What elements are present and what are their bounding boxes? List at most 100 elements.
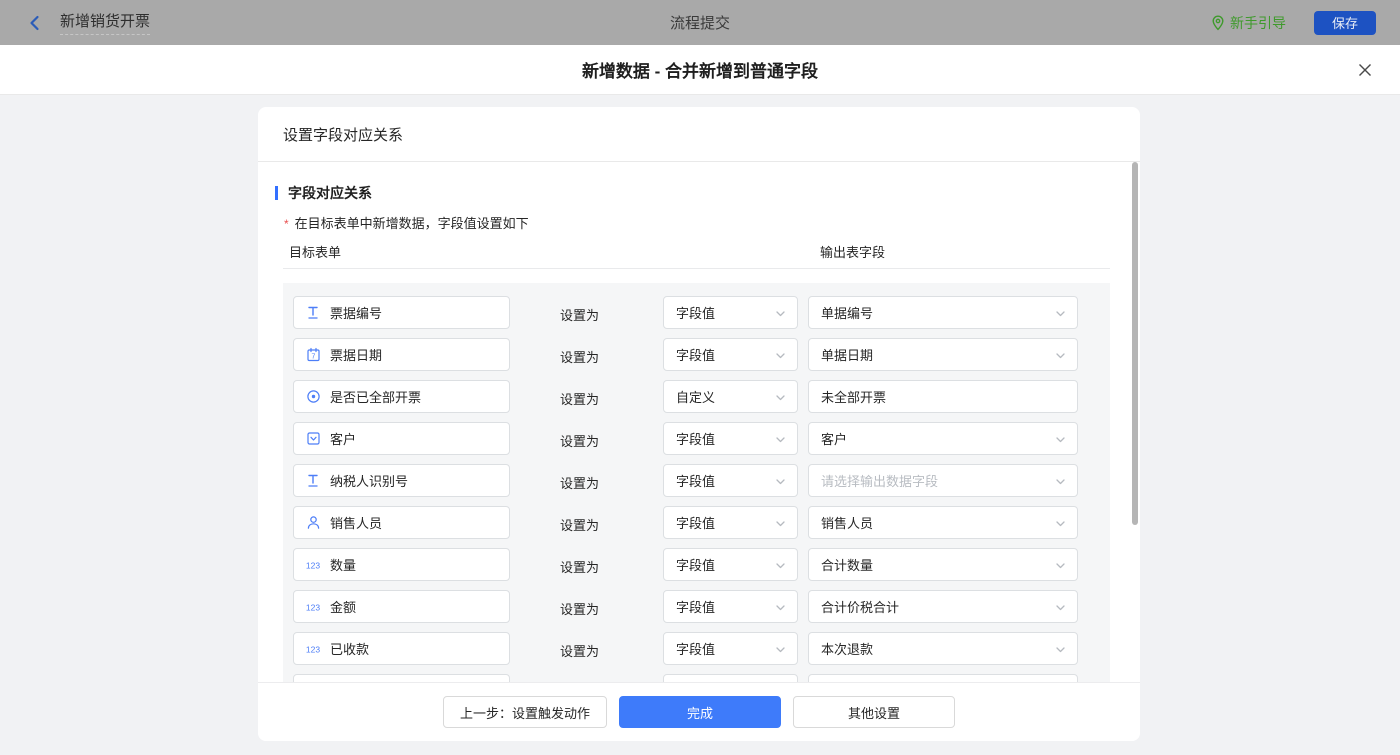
field-mapping-row: 7 票据日期 设置为 字段值 单据日期 — [283, 338, 1110, 371]
chevron-down-icon — [1054, 475, 1067, 488]
save-button[interactable]: 保存 — [1314, 11, 1376, 35]
scrollbar[interactable] — [1132, 162, 1138, 525]
output-field-dropdown[interactable]: 本次退款 — [808, 632, 1078, 665]
chevron-down-icon — [1054, 349, 1067, 362]
output-field-label: 单据编号 — [821, 303, 873, 322]
date-field-icon: 7 — [304, 347, 322, 362]
value-mode-dropdown[interactable]: 自定义 — [663, 380, 798, 413]
done-button[interactable]: 完成 — [619, 696, 781, 728]
output-field-label: 合计数量 — [821, 555, 873, 574]
output-field-dropdown[interactable]: 合计数量 — [808, 548, 1078, 581]
output-field-dropdown[interactable]: 单据日期 — [808, 338, 1078, 371]
set-as-label: 设置为 — [560, 305, 599, 324]
target-field-box[interactable]: 123 数量 — [293, 548, 510, 581]
value-mode-label: 字段值 — [676, 429, 715, 448]
set-as-label: 设置为 — [560, 473, 599, 492]
value-mode-label: 字段值 — [676, 471, 715, 490]
set-as-label: 设置为 — [560, 515, 599, 534]
output-value-input[interactable]: 未全部开票 — [808, 380, 1078, 413]
output-field-dropdown[interactable]: 请选择输出数据字段 — [808, 464, 1078, 497]
value-mode-label: 字段值 — [676, 597, 715, 616]
field-mapping-card: 设置字段对应关系 字段对应关系 *在目标表单中新增数据，字段值设置如下 目标表单… — [258, 107, 1140, 741]
chevron-down-icon — [1054, 517, 1067, 530]
svg-text:123: 123 — [306, 602, 320, 612]
field-mapping-row: 123 数量 设置为 字段值 合计数量 — [283, 548, 1110, 581]
topbar: 新增销货开票 流程提交 新手引导 保存 — [0, 0, 1400, 45]
set-as-label: 设置为 — [560, 389, 599, 408]
output-field-dropdown[interactable]: 合计价税合计 — [808, 590, 1078, 623]
field-mapping-row: 纳税人识别号 设置为 字段值 请选择输出数据字段 — [283, 464, 1110, 497]
value-mode-dropdown[interactable]: 字段值 — [663, 506, 798, 539]
beginner-guide-link[interactable]: 新手引导 — [1211, 13, 1286, 33]
column-header-output-field: 输出表字段 — [820, 242, 885, 261]
output-field-dropdown[interactable]: 销售人员 — [808, 506, 1078, 539]
field-mapping-row: 票据编号 设置为 字段值 单据编号 — [283, 296, 1110, 329]
field-mapping-row: 是否已全部开票 设置为 自定义 未全部开票 — [283, 380, 1110, 413]
chevron-down-icon — [1054, 559, 1067, 572]
chevron-down-icon — [774, 643, 787, 656]
set-as-label: 设置为 — [560, 347, 599, 366]
other-settings-button[interactable]: 其他设置 — [793, 696, 955, 728]
chevron-down-icon — [774, 559, 787, 572]
value-mode-label: 字段值 — [676, 303, 715, 322]
chevron-down-icon — [1054, 433, 1067, 446]
value-mode-label: 字段值 — [676, 513, 715, 532]
target-field-box[interactable]: 票据编号 — [293, 296, 510, 329]
field-mapping-row: 销售人员 设置为 字段值 销售人员 — [283, 506, 1110, 539]
prev-step-button[interactable]: 上一步：设置触发动作 — [443, 696, 607, 728]
value-mode-dropdown[interactable] — [663, 674, 798, 682]
value-mode-label: 自定义 — [676, 387, 715, 406]
set-as-label: 设置为 — [560, 641, 599, 660]
number-field-icon: 123 — [304, 601, 322, 613]
output-field-dropdown[interactable]: 客户 — [808, 422, 1078, 455]
target-field-label: 票据编号 — [330, 303, 382, 322]
output-field-label: 本次退款 — [821, 639, 873, 658]
value-mode-dropdown[interactable]: 字段值 — [663, 590, 798, 623]
topbar-tab-label: 流程提交 — [0, 0, 1400, 45]
output-field-dropdown[interactable]: 单据编号 — [808, 296, 1078, 329]
column-headers: 目标表单 输出表字段 — [258, 242, 1140, 260]
target-field-box[interactable]: 123 已收款 — [293, 632, 510, 665]
target-field-label: 是否已全部开票 — [330, 387, 421, 406]
chevron-down-icon — [1054, 307, 1067, 320]
field-mapping-row: 123 已收款 设置为 字段值 本次退款 — [283, 632, 1110, 665]
value-mode-dropdown[interactable]: 字段值 — [663, 548, 798, 581]
target-field-box[interactable]: 客户 — [293, 422, 510, 455]
card-title: 设置字段对应关系 — [258, 107, 1140, 162]
value-mode-dropdown[interactable]: 字段值 — [663, 422, 798, 455]
target-field-box[interactable]: 是否已全部开票 — [293, 380, 510, 413]
field-mapping-row: 客户 设置为 字段值 客户 — [283, 422, 1110, 455]
output-field-dropdown[interactable] — [808, 674, 1078, 682]
field-mapping-row: 123 金额 设置为 字段值 合计价税合计 — [283, 590, 1110, 623]
set-as-label: 设置为 — [560, 431, 599, 450]
section-accent-bar — [275, 186, 278, 200]
text-field-icon — [304, 473, 322, 488]
value-mode-dropdown[interactable]: 字段值 — [663, 338, 798, 371]
number-field-icon: 123 — [304, 643, 322, 655]
value-mode-dropdown[interactable]: 字段值 — [663, 632, 798, 665]
target-field-box[interactable]: 123 金额 — [293, 590, 510, 623]
required-mark: * — [284, 217, 289, 231]
field-mapping-list: 票据编号 设置为 字段值 单据编号 7 票据日期 设置为 字段值 — [283, 283, 1110, 682]
chevron-down-icon — [774, 475, 787, 488]
target-field-box[interactable]: 7 票据日期 — [293, 338, 510, 371]
value-mode-dropdown[interactable]: 字段值 — [663, 296, 798, 329]
value-mode-label: 字段值 — [676, 555, 715, 574]
target-field-box[interactable]: 纳税人识别号 — [293, 464, 510, 497]
target-field-box[interactable]: 销售人员 — [293, 506, 510, 539]
target-field-label: 数量 — [330, 555, 356, 574]
card-footer: 上一步：设置触发动作 完成 其他设置 — [258, 682, 1140, 741]
close-icon[interactable] — [1354, 59, 1376, 81]
target-field-box[interactable] — [293, 674, 510, 682]
value-mode-dropdown[interactable]: 字段值 — [663, 464, 798, 497]
target-field-label: 纳税人识别号 — [330, 471, 408, 490]
target-field-label: 客户 — [330, 429, 356, 448]
user-field-icon — [304, 515, 322, 530]
svg-text:123: 123 — [306, 560, 320, 570]
card-body: 字段对应关系 *在目标表单中新增数据，字段值设置如下 目标表单 输出表字段 票据… — [258, 162, 1140, 682]
text-field-icon — [304, 305, 322, 320]
modal-header: 新增数据 - 合并新增到普通字段 — [0, 45, 1400, 95]
output-field-label: 销售人员 — [821, 513, 873, 532]
chevron-down-icon — [774, 307, 787, 320]
section-title: 字段对应关系 — [275, 183, 372, 203]
